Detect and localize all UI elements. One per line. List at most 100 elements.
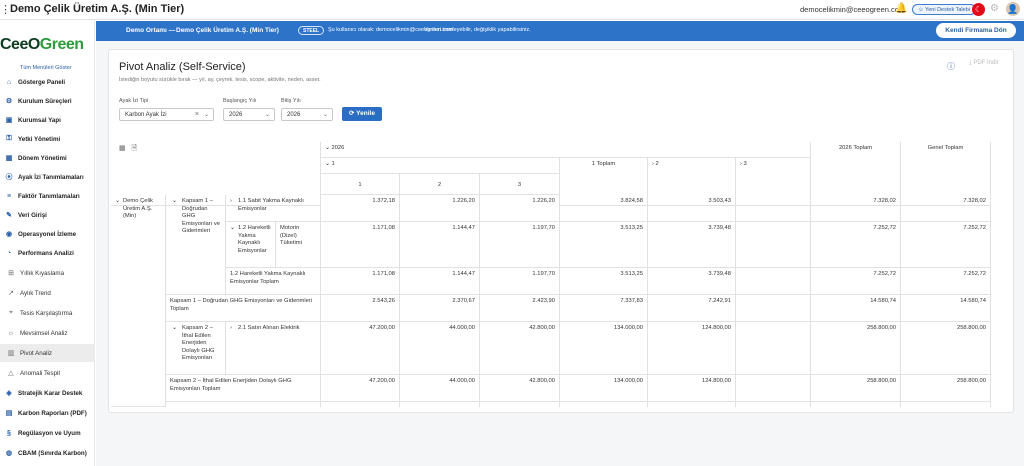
avatar[interactable]: 👤 [1006, 2, 1020, 16]
src-1-1-row-header[interactable]: › 1.1 Sabit Yakma Kaynaklı Emisyonlar [226, 195, 321, 222]
pivot-value-cell: 7.328,02 [811, 195, 901, 222]
sidebar-item-label: Yetki Yönetimi [18, 135, 61, 143]
sidebar-item[interactable]: ⊞ Yıllık Kıyaslama [0, 264, 95, 282]
sidebar-item[interactable]: ◉ Operasyonel İzleme [0, 225, 95, 243]
chevron-right-icon: › [230, 198, 232, 204]
pivot-value-cell: 1.197,70 [480, 268, 560, 295]
show-all-menus-link[interactable]: Tüm Menüleri Göster [20, 65, 72, 71]
sidebar-item[interactable]: ⚿ Yetki Yönetimi [0, 130, 95, 148]
sidebar-item[interactable]: ☼ Mevsimsel Analiz [0, 324, 95, 342]
return-to-own-company-button[interactable]: Kendi Firmama Dön [936, 23, 1016, 38]
sidebar-item-label: Stratejik Karar Destek [18, 389, 83, 397]
pivot-grid: ⌄ 2026 ⌄ 1 1 Toplam › 2 › 3 2026 Toplam … [111, 142, 991, 407]
sidebar-item[interactable]: △ Anomali Tespit [0, 364, 95, 382]
sidebar-item[interactable]: ◈ Stratejik Karar Destek [0, 384, 95, 402]
demo-banner: Demo Ortamı — Demo Çelik Üretim A.Ş. (Mi… [96, 21, 1024, 41]
end-year-select[interactable]: 2026 ⌄ [281, 108, 333, 121]
chevron-right-icon: › [230, 325, 232, 331]
sidebar-item[interactable]: ▦ Dönem Yönetimi [0, 149, 95, 167]
scope1-row-header[interactable]: ⌄ Kapsam 1 – Doğrudan GHG Emisyonları ve … [166, 195, 226, 295]
factor-icon: ≡ [6, 192, 12, 200]
src-1-2-total-row-header: 1.2 Hareketli Yakma Kaynaklı Emisyonlar … [226, 268, 321, 295]
year-header[interactable]: ⌄ 2026 [321, 142, 811, 158]
pivot-value-cell [736, 268, 811, 295]
fuel-diesel-row-header: Motorin (Dizel) Tüketimi [276, 222, 321, 268]
sidebar-item[interactable]: ▤ Karbon Raporları (PDF) [0, 404, 95, 422]
start-year-label: Başlangıç Yılı [223, 98, 257, 104]
start-year-select[interactable]: 2026 ⌄ [223, 108, 275, 121]
pivot-value-cell: 1.144,47 [400, 222, 480, 268]
pivot-value-cell: 134.000,00 [560, 375, 648, 402]
page-subtitle: İstediğin boyutu sürükle bırak — yıl, ay… [119, 77, 321, 83]
footprint-type-select[interactable]: Karbon Ayak İzi × ⌄ [119, 108, 214, 121]
pivot-value-cell [648, 402, 736, 407]
scope1-total-row-header: Kapsam 1 – Doğrudan GHG Emisyonları ve G… [166, 295, 321, 322]
pivot-value-cell: 2.423,90 [480, 295, 560, 322]
home-icon: ⌂ [6, 78, 12, 86]
pivot-value-cell [811, 402, 901, 407]
clear-icon[interactable]: × [195, 111, 199, 118]
sidebar-item[interactable]: ≡ Faktör Tanımlamaları [0, 187, 95, 205]
turkish-flag-icon[interactable]: ☾ [972, 3, 985, 16]
tier-badge: STEEL [298, 26, 325, 35]
settings-icon[interactable]: ⚙ [990, 3, 999, 14]
chevron-down-icon: ⌄ [322, 112, 328, 118]
season-icon: ☼ [7, 329, 15, 337]
pivot-value-cell: 42.800,00 [480, 322, 560, 375]
setup-icon: ⚙ [5, 98, 13, 105]
building-icon: ▣ [5, 117, 13, 124]
new-support-ticket-button[interactable]: ☺ Yeni Destek Talebi [912, 4, 976, 15]
pivot-value-cell: 7.337,83 [560, 295, 648, 322]
pivot-value-cell: 7.242,91 [648, 295, 736, 322]
pivot-value-cell: 3.739,48 [648, 268, 736, 295]
q1-header[interactable]: ⌄ 1 [321, 158, 560, 174]
pivot-value-cell [480, 402, 560, 407]
pivot-value-cell [321, 402, 400, 407]
pivot-value-cell: 258.800,00 [901, 322, 991, 375]
warning-icon: △ [8, 370, 14, 377]
sidebar-item[interactable]: ▥ Pivot Analiz [0, 344, 95, 362]
regulation-icon: § [7, 429, 11, 437]
pdf-download-button[interactable]: ⤓ PDF İndir [969, 60, 999, 67]
refresh-button[interactable]: ⟳ Yenile [342, 107, 382, 121]
sidebar-item[interactable]: ⌖ Tesis Karşılaştırma [0, 304, 95, 322]
src-2-1-row-header[interactable]: › 2.1 Satın Alınan Elektrik [226, 322, 321, 375]
sidebar-item-label: Dönem Yönetimi [18, 154, 67, 162]
pivot-value-cell: 258.800,00 [811, 322, 901, 375]
sidebar-item[interactable]: ⦿ Ayak İzi Tanımlamaları [0, 168, 95, 186]
pivot-value-cell: 42.800,00 [480, 375, 560, 402]
sidebar-item-label: Operasyonel İzleme [18, 230, 77, 238]
pivot-value-cell: 7.252,72 [901, 222, 991, 268]
pivot-value-cell: 124.800,00 [648, 375, 736, 402]
sidebar-item[interactable]: ◔ Performans Analizi [0, 244, 95, 262]
monitor-icon: ◉ [5, 231, 13, 238]
pivot-card: Pivot Analiz (Self-Service) İstediğin bo… [108, 49, 1014, 413]
sidebar-item[interactable]: ◍ CBAM (Sınırda Karbon) [0, 444, 95, 462]
row-spacer [166, 402, 321, 407]
sidebar-item[interactable]: ✎ Veri Girişi [0, 206, 95, 224]
trend-icon: ↗ [8, 290, 14, 297]
sidebar-item-label: Kurulum Süreçleri [18, 97, 72, 105]
demo-env-label: Demo Ortamı — [126, 27, 176, 34]
pivot-value-cell: 1.171,08 [321, 222, 400, 268]
bell-icon[interactable]: 🔔 [895, 3, 907, 14]
chevron-down-icon: ⌄ [115, 198, 120, 204]
pivot-value-cell: 7.252,72 [901, 268, 991, 295]
sidebar-item[interactable]: ⚙ Kurulum Süreçleri [0, 92, 95, 110]
src-1-2-row-header[interactable]: ⌄ 1.2 Hareketli Yakma Kaynaklı Emisyonlar [226, 222, 276, 268]
sidebar-item[interactable]: ▣ Kurumsal Yapı [0, 111, 95, 129]
sidebar-item[interactable]: ⌂ Gösterge Paneli [0, 73, 95, 91]
sidebar-item-label: Mevsimsel Analiz [20, 329, 68, 337]
chevron-down-icon: ⌄ [230, 225, 235, 231]
pivot-value-cell: 124.800,00 [648, 322, 736, 375]
info-icon[interactable]: ⓘ [947, 61, 955, 72]
scope2-row-header[interactable]: ⌄ Kapsam 2 – İthal Edilen Enerjiden Dolay… [166, 322, 226, 375]
sidebar-item-label: Regülasyon ve Uyum [18, 429, 81, 437]
pivot-value-cell: 134.000,00 [560, 322, 648, 375]
sidebar-item[interactable]: ↗ Aylık Trend [0, 284, 95, 302]
company-row-header[interactable]: ⌄ Demo Çelik Üretim A.Ş. (Min) [111, 195, 166, 407]
pivot-value-cell [736, 295, 811, 322]
sidebar-item-label: Ayak İzi Tanımlamaları [18, 173, 84, 181]
sidebar-item[interactable]: § Regülasyon ve Uyum [0, 424, 95, 442]
pivot-value-cell: 7.328,02 [901, 195, 991, 222]
